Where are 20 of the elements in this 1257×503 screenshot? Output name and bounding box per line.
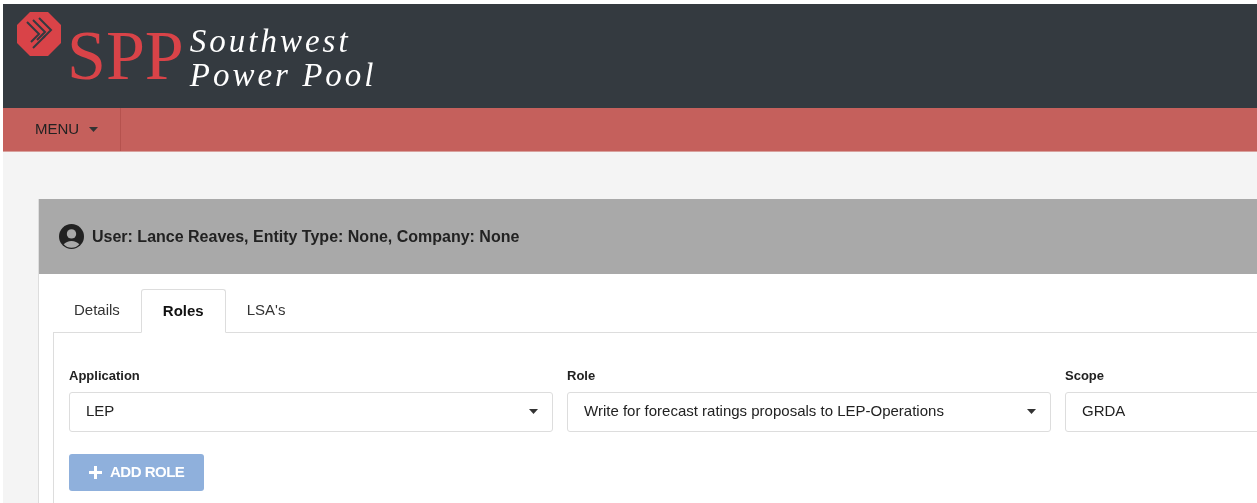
dropdown-field[interactable]: GRDA: [1065, 391, 1257, 432]
caret-icon: [1027, 409, 1036, 414]
dropdown-field[interactable]: LEP: [69, 391, 553, 432]
logo-tagline: Power Pool: [189, 58, 377, 92]
plus-icon: [89, 465, 102, 479]
caret-icon: [529, 409, 538, 414]
field-label: Role: [567, 367, 597, 385]
logo-tagline: Southwest: [189, 24, 352, 58]
tab[interactable]: Roles: [140, 289, 226, 333]
logo-text: SPP: [67, 16, 184, 96]
menu-button[interactable]: MENU: [3, 108, 122, 151]
caret-icon: [89, 127, 99, 132]
field-label: Application: [69, 367, 141, 385]
user-icon: [59, 224, 84, 249]
field-label: Scope: [1065, 367, 1105, 385]
dropdown-field[interactable]: Write for forecast ratings proposals to LEP-Operations: [567, 391, 1051, 432]
tab[interactable]: LSA's: [225, 289, 307, 332]
card-title: User: Lance Reaves, Entity Type: None, Company: None: [92, 226, 520, 247]
tab[interactable]: Details: [53, 289, 141, 332]
logo-icon: [17, 12, 61, 56]
